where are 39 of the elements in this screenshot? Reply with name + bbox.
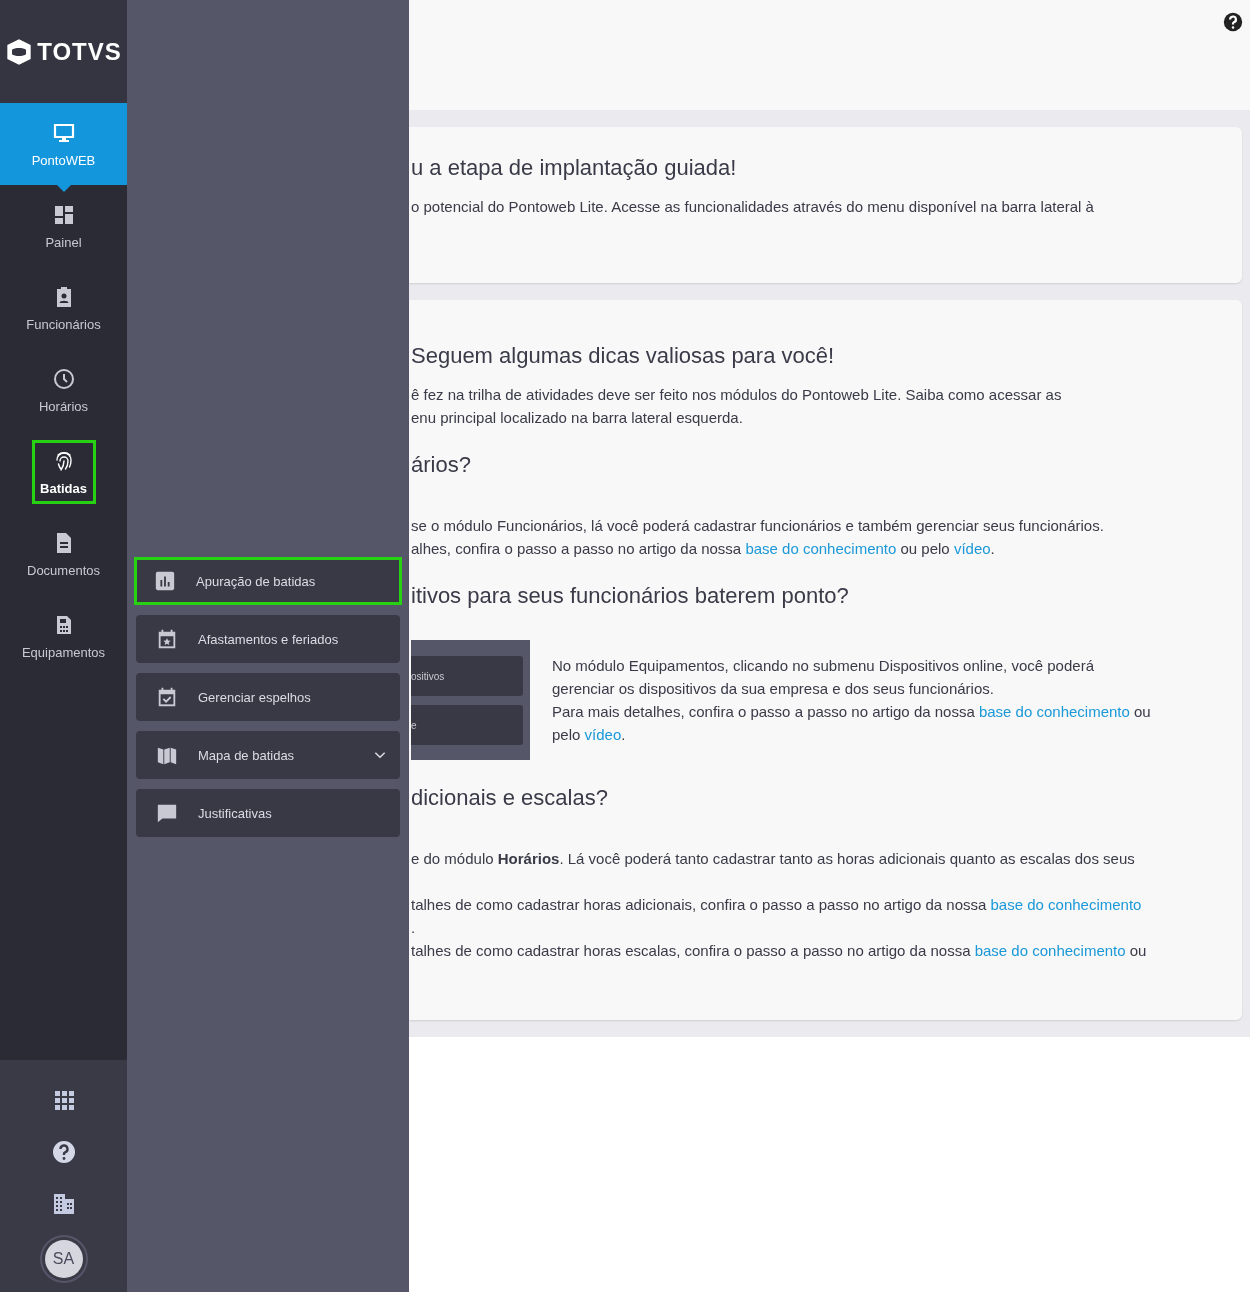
paragraph: e do módulo Horários. Lá você poderá tanto cadastrar tanto as horas adicionais quanto as escalas dos seus (411, 849, 1136, 869)
nav-item[interactable]: Documentos (0, 513, 127, 595)
section-heading: itivos para seus funcionários baterem ponto? (411, 582, 850, 610)
submenu-item[interactable]: Gerenciar espelhos (136, 673, 400, 721)
paragraph: gerenciar os dispositivos da sua empresa e dos seus funcionários. (552, 679, 995, 699)
building-icon (51, 1192, 76, 1216)
nav-item[interactable]: Painel (0, 185, 127, 267)
paragraph: Para mais detalhes, confira o passo a passo no artigo da nossa base do conhecimento ou (552, 702, 1151, 722)
paragraph: talhes de como cadastrar horas adicionais, confira o passo a passo no artigo da nossa base do conhecimento (411, 895, 1143, 915)
section-heading: dicionais e escalas? (411, 784, 609, 812)
section-heading: Seguem algumas dicas valiosas para você! (411, 342, 836, 370)
logo-text: TOTVS (37, 37, 122, 66)
help-icon (51, 1140, 76, 1164)
clock-icon (51, 366, 76, 391)
paragraph: ê fez na trilha de atividades deve ser feito nos módulos do Pontoweb Lite. Saiba como acessar as (411, 385, 1063, 405)
nav-item[interactable]: Horários (0, 349, 127, 431)
paragraph: se o módulo Funcionários, lá você poderá cadastrar funcionários e também gerenciar seus funcionários. (411, 516, 1105, 536)
paragraph: . (411, 918, 417, 938)
nav-item[interactable]: Funcionários (0, 267, 127, 349)
help-icon (1223, 12, 1243, 32)
speech-bubble-icon (156, 802, 178, 824)
submenu-item[interactable]: Afastamentos e feriados (136, 615, 400, 663)
logo-icon (5, 37, 34, 66)
nav-item[interactable]: Batidas (31, 440, 96, 504)
submenu-item[interactable]: Justificativas (136, 789, 400, 837)
paragraph: alhes, confira o passo a passo no artigo da nossa base do conhecimento ou pelo vídeo. (411, 539, 996, 559)
paragraph: enu principal localizado na barra lateral esquerda. (411, 408, 744, 428)
submenu-item[interactable]: Mapa de batidas (136, 731, 400, 779)
paragraph: o potencial do Pontoweb Lite. Acesse as funcionalidades através do menu disponível na barra lateral à (411, 197, 1095, 217)
calendar-star-icon (156, 628, 178, 650)
paragraph: talhes de como cadastrar horas escalas, confira o passo a passo no artigo da nossa base do conhecimento ou (411, 941, 1148, 961)
calendar-check-icon (156, 686, 178, 708)
bar-chart-icon (154, 570, 176, 592)
paragraph: pelo vídeo. (552, 725, 627, 745)
section-heading: ários? (411, 451, 472, 479)
section-heading: u a etapa de implantação guiada! (411, 154, 738, 182)
submenu-item[interactable]: Apuração de batidas (134, 557, 402, 605)
paragraph: No módulo Equipamentos, clicando no submenu Dispositivos online, você poderá (552, 656, 1095, 676)
nav-item[interactable]: Equipamentos (0, 595, 127, 677)
